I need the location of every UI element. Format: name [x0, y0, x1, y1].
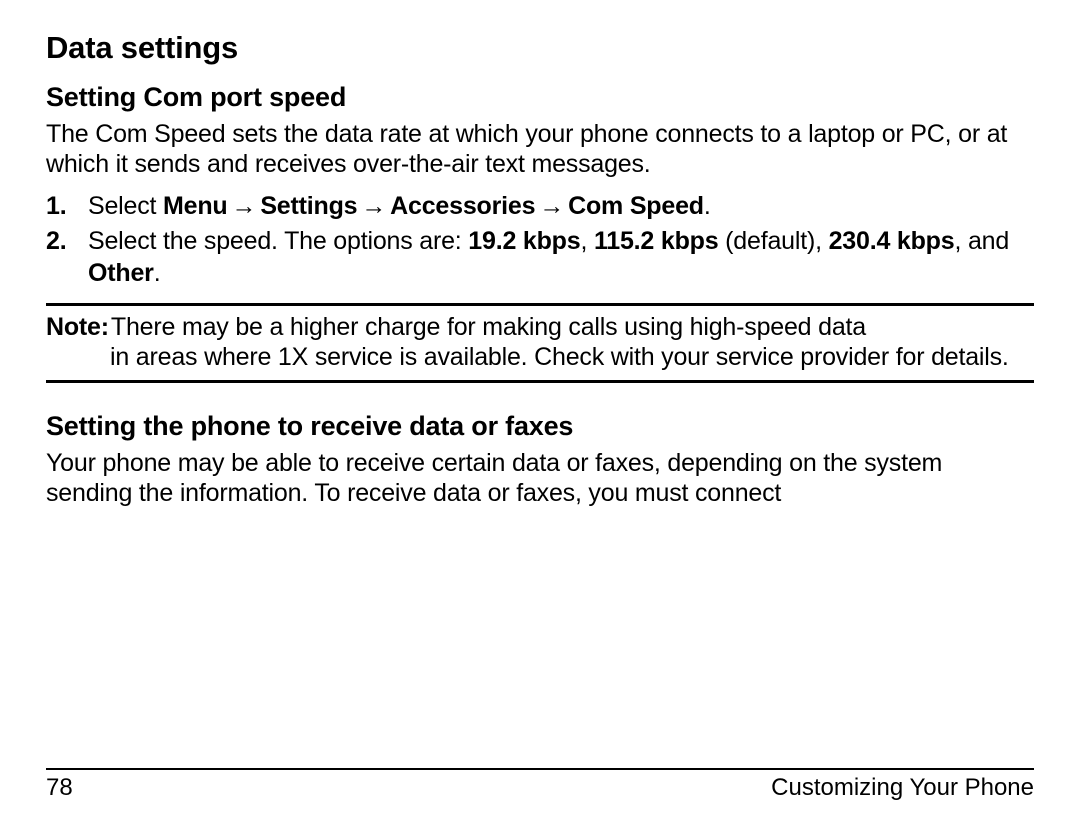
sep: , and: [954, 227, 1009, 255]
sep: ,: [580, 227, 594, 255]
option-19-2: 19.2 kbps: [468, 227, 580, 255]
note-text-1: There may be a higher charge for making …: [111, 312, 866, 342]
menu-path-com-speed: Com Speed: [568, 192, 704, 220]
step-body: Select the speed. The options are: 19.2 …: [88, 226, 1034, 289]
subheading-com-port-speed: Setting Com port speed: [46, 82, 1034, 113]
arrow-icon: →: [535, 192, 568, 220]
menu-path-settings: Settings: [260, 192, 357, 220]
com-speed-steps: 1. Select Menu→Settings→Accessories→Com …: [46, 191, 1034, 289]
step2-period: .: [154, 259, 161, 287]
menu-path-menu: Menu: [163, 192, 227, 220]
com-speed-intro: The Com Speed sets the data rate at whic…: [46, 119, 1034, 179]
note-box: Note: There may be a higher charge for m…: [46, 303, 1034, 383]
arrow-icon: →: [357, 192, 390, 220]
page-footer: 78 Customizing Your Phone: [46, 768, 1034, 802]
step-body: Select Menu→Settings→Accessories→Com Spe…: [88, 191, 1034, 222]
step-number: 2.: [46, 226, 88, 289]
menu-path-accessories: Accessories: [390, 192, 535, 220]
footer-rule: [46, 768, 1034, 770]
note-line1: Note: There may be a higher charge for m…: [46, 312, 1034, 342]
arrow-icon: →: [228, 192, 261, 220]
chapter-name: Customizing Your Phone: [771, 774, 1034, 802]
option-other: Other: [88, 259, 154, 287]
subheading-receive-data-faxes: Setting the phone to receive data or fax…: [46, 411, 1034, 442]
step-number: 1.: [46, 191, 88, 222]
list-item: 2. Select the speed. The options are: 19…: [46, 226, 1034, 289]
footer-row: 78 Customizing Your Phone: [46, 774, 1034, 802]
heading-data-settings: Data settings: [46, 30, 1034, 66]
list-item: 1. Select Menu→Settings→Accessories→Com …: [46, 191, 1034, 222]
note-line2: in areas where 1X service is available. …: [110, 342, 1034, 372]
step2-pre: Select the speed. The options are:: [88, 227, 468, 255]
page-number: 78: [46, 774, 73, 802]
note-text-2: in areas where 1X service is available. …: [110, 342, 1009, 372]
option-230-4: 230.4 kbps: [829, 227, 955, 255]
step1-period: .: [704, 192, 711, 220]
option-115-2: 115.2 kbps: [594, 227, 718, 255]
receive-data-para: Your phone may be able to receive certai…: [46, 448, 1034, 508]
note-label: Note:: [46, 312, 109, 342]
default-note: (default),: [718, 227, 828, 255]
step1-lead: Select: [88, 192, 163, 220]
